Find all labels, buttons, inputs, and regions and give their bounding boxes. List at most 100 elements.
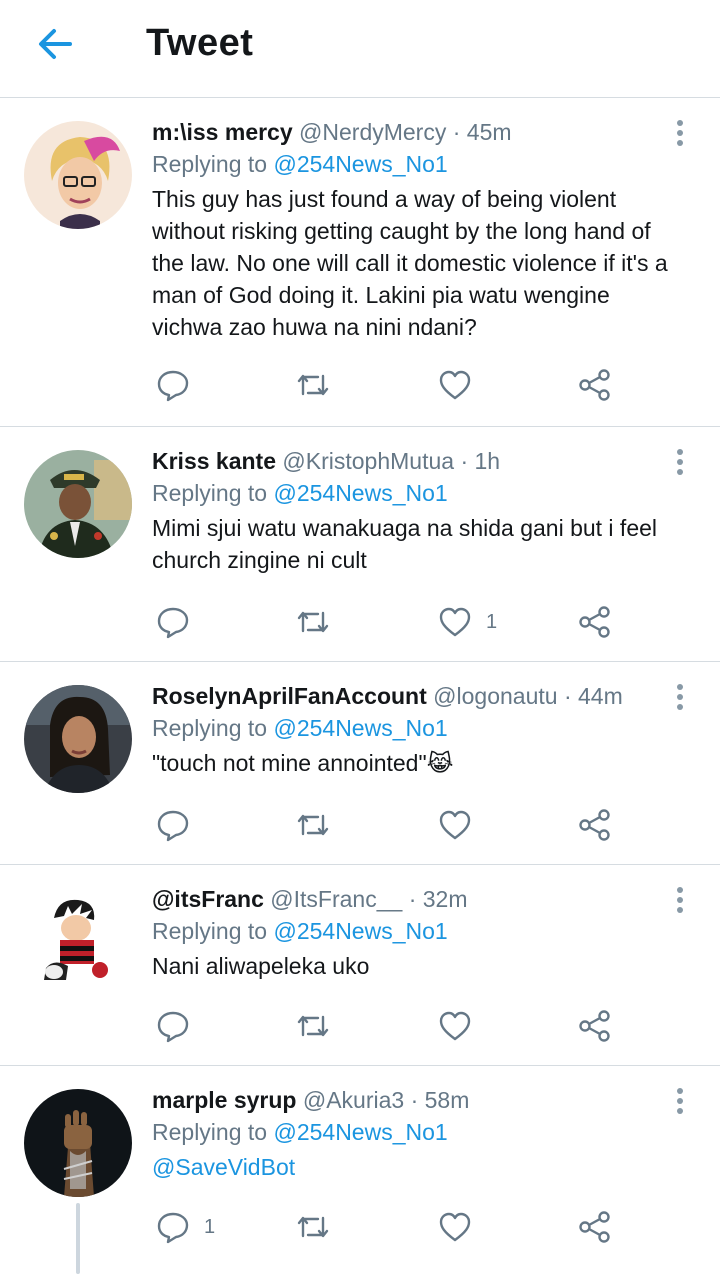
thread-connector-line bbox=[76, 1203, 80, 1274]
like-button[interactable]: 1 bbox=[438, 602, 497, 642]
display-name[interactable]: marple syrup bbox=[152, 1087, 296, 1113]
replying-label: Replying to bbox=[152, 1119, 268, 1145]
user-handle[interactable]: @KristophMutua bbox=[282, 448, 454, 474]
heart-icon bbox=[439, 1212, 471, 1242]
reply-icon bbox=[157, 370, 189, 402]
replying-to: Replying to @254News_No1 bbox=[152, 1117, 670, 1147]
top-bar: Tweet bbox=[0, 0, 720, 98]
timestamp: · 32m bbox=[408, 886, 468, 912]
tweet-actions: 1 bbox=[152, 1207, 632, 1247]
reply-button[interactable] bbox=[156, 602, 204, 642]
tweet-actions: 1 bbox=[152, 602, 632, 642]
share-icon bbox=[579, 369, 610, 401]
display-name[interactable]: @itsFranc bbox=[152, 886, 264, 912]
tweet-actions bbox=[152, 805, 632, 845]
display-name[interactable]: Kriss kante bbox=[152, 448, 276, 474]
share-icon bbox=[579, 606, 610, 638]
replying-to: Replying to @254News_No1 bbox=[152, 149, 670, 179]
avatar[interactable] bbox=[24, 450, 132, 558]
user-handle[interactable]: @NerdyMercy bbox=[299, 119, 446, 145]
replying-to: Replying to @254News_No1 bbox=[152, 713, 670, 743]
share-button[interactable] bbox=[578, 602, 612, 642]
tweet-text-mention-link[interactable]: @SaveVidBot bbox=[152, 1151, 670, 1183]
replying-to: Replying to @254News_No1 bbox=[152, 916, 670, 946]
retweet-icon bbox=[297, 374, 329, 396]
reply-count: 1 bbox=[204, 1215, 216, 1238]
share-icon bbox=[579, 809, 610, 841]
user-handle[interactable]: @logonautu bbox=[433, 683, 557, 709]
tweet[interactable]: marple syrup @Akuria3 · 58m Replying to … bbox=[0, 1067, 720, 1274]
reply-button[interactable] bbox=[156, 365, 204, 405]
retweet-icon bbox=[297, 814, 329, 836]
reply-icon bbox=[157, 1011, 189, 1043]
tweet[interactable]: RoselynAprilFanAccount @logonautu · 44m … bbox=[0, 663, 720, 865]
replying-label: Replying to bbox=[152, 918, 268, 944]
tweet-text: This guy has just found a way of being v… bbox=[152, 186, 668, 340]
page-title: Tweet bbox=[146, 22, 254, 64]
timestamp: · 1h bbox=[460, 448, 501, 474]
avatar[interactable] bbox=[24, 888, 132, 996]
share-button[interactable] bbox=[578, 1006, 612, 1046]
reply-icon bbox=[157, 607, 189, 639]
retweet-button[interactable] bbox=[296, 1207, 344, 1247]
display-name[interactable]: RoselynAprilFanAccount bbox=[152, 683, 427, 709]
user-handle[interactable]: @Akuria3 bbox=[303, 1087, 404, 1113]
back-button[interactable] bbox=[34, 22, 78, 66]
tweet-actions bbox=[152, 1006, 632, 1046]
like-button[interactable] bbox=[438, 1207, 486, 1247]
share-icon bbox=[579, 1010, 610, 1042]
more-options-button[interactable] bbox=[670, 117, 690, 157]
like-button[interactable] bbox=[438, 805, 486, 845]
heart-icon bbox=[439, 810, 471, 840]
timestamp: · 58m bbox=[410, 1087, 470, 1113]
reply-mention-link[interactable]: @254News_No1 bbox=[273, 715, 447, 741]
reply-button[interactable]: 1 bbox=[156, 1207, 215, 1247]
heart-icon bbox=[439, 1011, 471, 1041]
share-button[interactable] bbox=[578, 365, 612, 405]
reply-icon bbox=[157, 1212, 189, 1244]
retweet-button[interactable] bbox=[296, 1006, 344, 1046]
tweet-text: "touch not mine annointed"😹 bbox=[152, 750, 454, 776]
reply-mention-link[interactable]: @254News_No1 bbox=[273, 151, 447, 177]
replying-label: Replying to bbox=[152, 480, 268, 506]
arrow-left-icon bbox=[39, 29, 72, 59]
like-button[interactable] bbox=[438, 365, 486, 405]
reply-mention-link[interactable]: @254News_No1 bbox=[273, 1119, 447, 1145]
like-count: 1 bbox=[486, 610, 498, 633]
tweet[interactable]: m:\iss mercy @NerdyMercy · 45m Replying … bbox=[0, 99, 720, 427]
reply-mention-link[interactable]: @254News_No1 bbox=[273, 918, 447, 944]
more-options-button[interactable] bbox=[670, 681, 690, 721]
more-options-button[interactable] bbox=[670, 884, 690, 924]
retweet-button[interactable] bbox=[296, 602, 344, 642]
heart-icon bbox=[439, 607, 471, 637]
tweet-actions bbox=[152, 365, 632, 405]
replying-to: Replying to @254News_No1 bbox=[152, 478, 670, 508]
tweet[interactable]: Kriss kante @KristophMutua · 1h Replying… bbox=[0, 428, 720, 662]
display-name[interactable]: m:\iss mercy bbox=[152, 119, 293, 145]
more-options-button[interactable] bbox=[670, 1085, 690, 1125]
timestamp: · 44m bbox=[563, 683, 623, 709]
retweet-button[interactable] bbox=[296, 365, 344, 405]
tweet-text: Mimi sjui watu wanakuaga na shida gani b… bbox=[152, 515, 658, 573]
reply-icon bbox=[157, 810, 189, 842]
like-button[interactable] bbox=[438, 1006, 486, 1046]
heart-icon bbox=[439, 370, 471, 400]
retweet-icon bbox=[297, 1015, 329, 1037]
tweet[interactable]: @itsFranc @ItsFranc__ · 32m Replying to … bbox=[0, 866, 720, 1066]
replying-label: Replying to bbox=[152, 715, 268, 741]
user-handle[interactable]: @ItsFranc__ bbox=[270, 886, 402, 912]
reply-mention-link[interactable]: @254News_No1 bbox=[273, 480, 447, 506]
avatar[interactable] bbox=[24, 121, 132, 229]
share-button[interactable] bbox=[578, 1207, 612, 1247]
share-icon bbox=[579, 1211, 610, 1243]
more-options-button[interactable] bbox=[670, 446, 690, 486]
avatar[interactable] bbox=[24, 685, 132, 793]
retweet-button[interactable] bbox=[296, 805, 344, 845]
reply-button[interactable] bbox=[156, 1006, 204, 1046]
retweet-icon bbox=[297, 1216, 329, 1238]
share-button[interactable] bbox=[578, 805, 612, 845]
retweet-icon bbox=[297, 611, 329, 633]
avatar[interactable] bbox=[24, 1089, 132, 1197]
reply-button[interactable] bbox=[156, 805, 204, 845]
timestamp: · 45m bbox=[452, 119, 512, 145]
